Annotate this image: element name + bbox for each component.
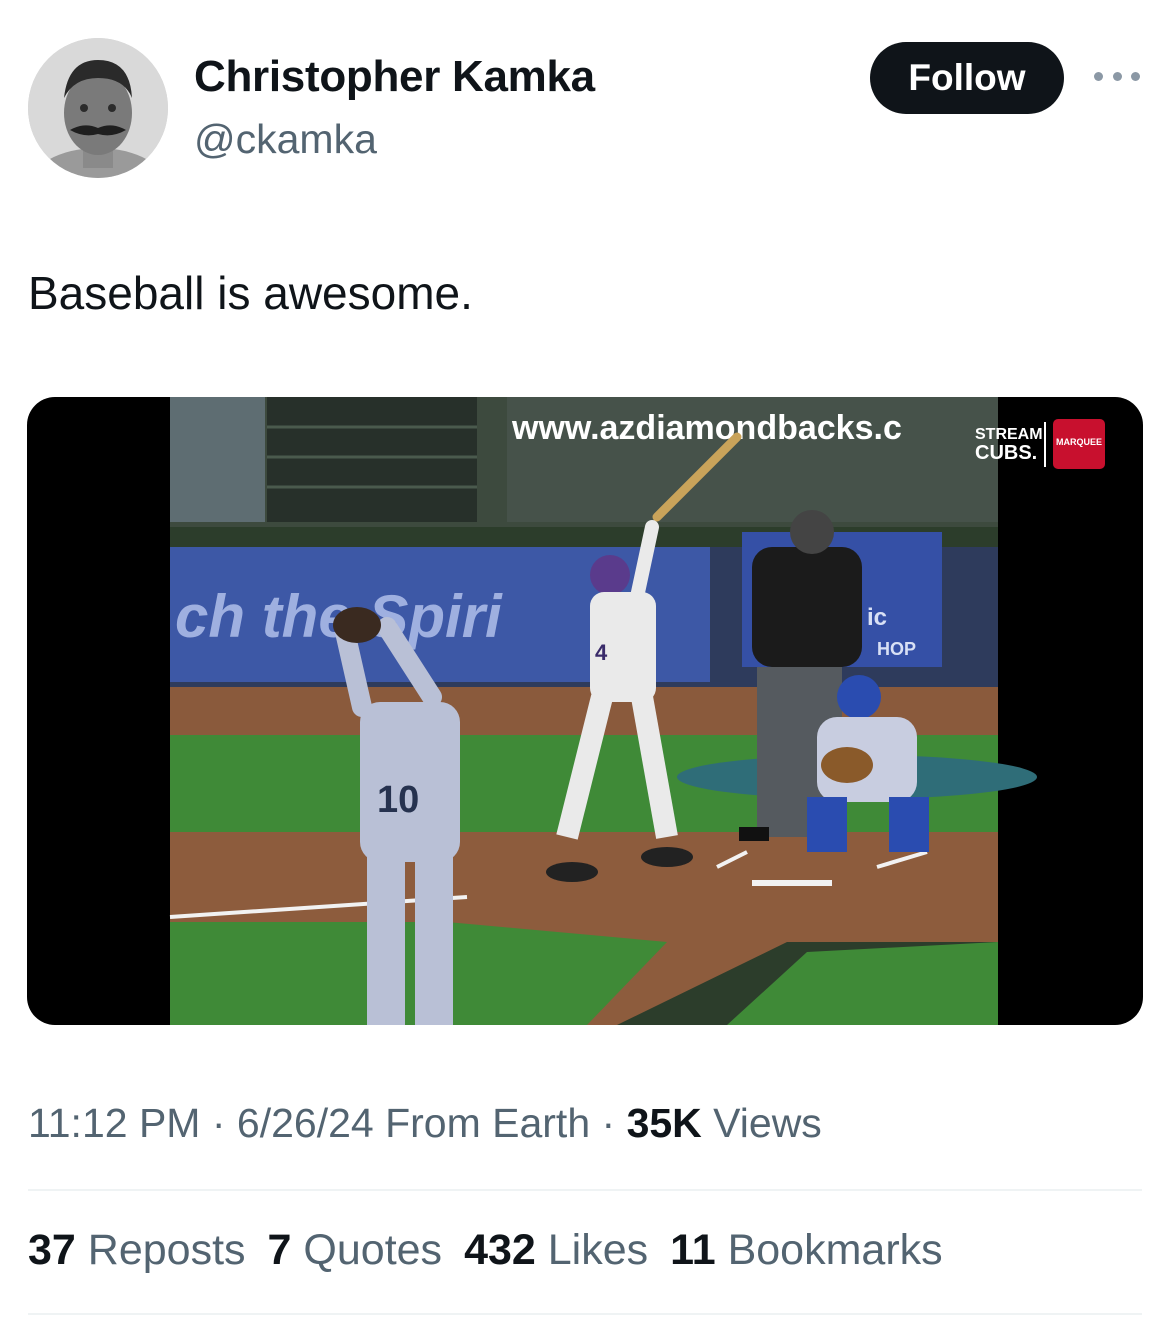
- meta-separator: ·: [200, 1100, 237, 1146]
- bookmarks-label: Bookmarks: [715, 1226, 943, 1274]
- tweet-meta: 11:12 PM · 6/26/24 From Earth · 35K View…: [28, 1100, 822, 1147]
- bookmarks-stat[interactable]: 11 Bookmarks: [670, 1226, 942, 1275]
- more-dot: [1131, 71, 1140, 81]
- video-frame: www.azdiamondbacks.c ch the Spiri ic HOP: [169, 397, 1105, 1025]
- sign-shop: HOP: [877, 639, 916, 659]
- meta-separator: ·: [590, 1100, 627, 1146]
- sign-ic: ic: [867, 604, 887, 631]
- banner-text: www.azdiamondbacks.c: [511, 409, 902, 447]
- likes-stat[interactable]: 432 Likes: [464, 1226, 648, 1275]
- tweet-source: From Earth: [373, 1100, 591, 1146]
- tweet-video[interactable]: www.azdiamondbacks.c ch the Spiri ic HOP: [27, 397, 1143, 1025]
- tweet-date[interactable]: 6/26/24: [237, 1100, 374, 1146]
- reposts-count: 37: [28, 1226, 76, 1274]
- likes-label: Likes: [535, 1226, 649, 1274]
- watermark-cubs: CUBS.: [975, 442, 1037, 464]
- views-label: Views: [701, 1100, 822, 1146]
- more-options-icon[interactable]: [1094, 56, 1140, 96]
- likes-count: 432: [464, 1226, 536, 1274]
- tweet-text: Baseball is awesome.: [28, 267, 473, 319]
- more-dot: [1112, 71, 1122, 81]
- batter-number: 4: [595, 640, 608, 665]
- follow-button[interactable]: Follow: [870, 42, 1064, 114]
- divider: [28, 1313, 1142, 1315]
- author-handle[interactable]: @ckamka: [194, 116, 377, 163]
- more-dot: [1094, 71, 1103, 81]
- bookmarks-count: 11: [670, 1226, 716, 1274]
- quotes-stat[interactable]: 7 Quotes: [268, 1226, 443, 1275]
- quotes-label: Quotes: [291, 1226, 443, 1274]
- views-count: 35K: [626, 1100, 702, 1146]
- reposts-stat[interactable]: 37 Reposts: [28, 1226, 246, 1275]
- avatar-image: [28, 38, 168, 178]
- tweet-time[interactable]: 11:12 PM: [28, 1100, 200, 1146]
- avatar[interactable]: [28, 38, 168, 178]
- watermark-marquee: MARQUEE: [1056, 437, 1102, 447]
- reposts-label: Reposts: [75, 1226, 246, 1274]
- author-display-name[interactable]: Christopher Kamka: [194, 52, 595, 102]
- pitcher-number: 10: [377, 779, 419, 821]
- engagement-stats: 37 Reposts 7 Quotes 432 Likes 11 Bookmarks: [28, 1226, 965, 1275]
- quotes-count: 7: [267, 1226, 292, 1274]
- marquee-watermark: STREAM CUBS. MARQUEE: [975, 419, 1105, 469]
- divider: [28, 1189, 1142, 1191]
- watermark-stream: STREAM: [975, 426, 1043, 443]
